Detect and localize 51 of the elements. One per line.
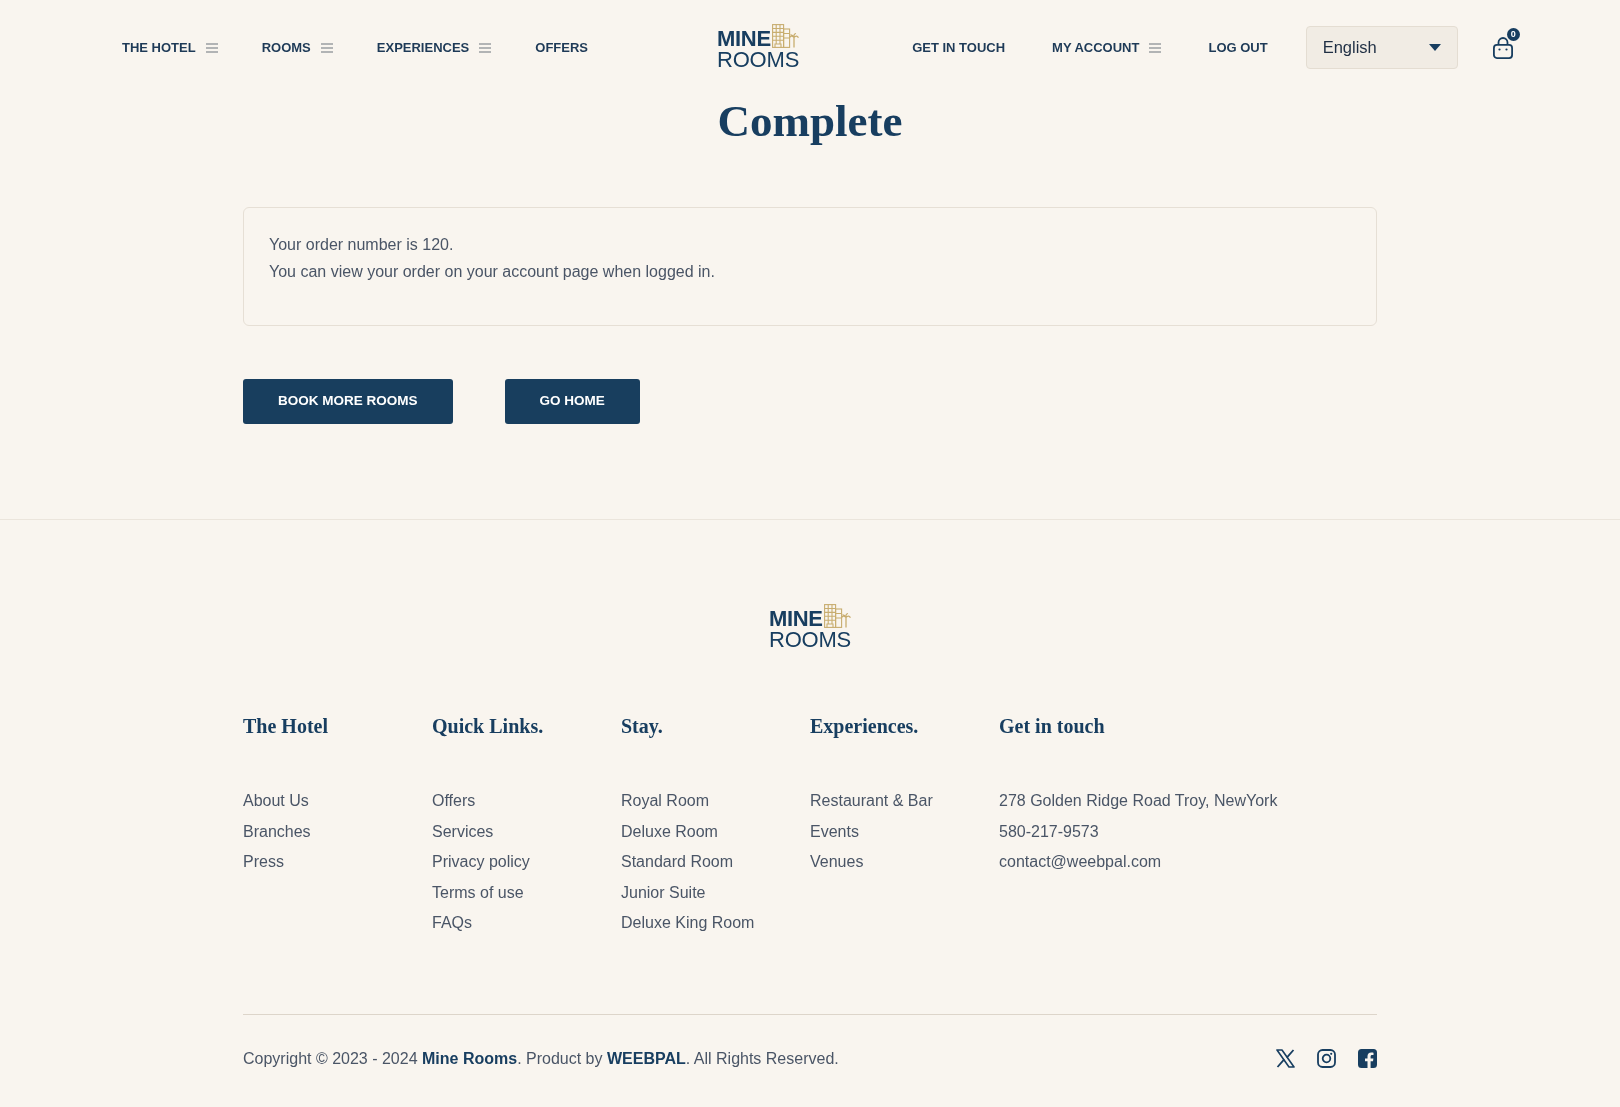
nav-link[interactable]: OFFERS [535, 37, 588, 58]
footer-link[interactable]: 278 Golden Ridge Road Troy, NewYork [999, 792, 1278, 809]
footer-link[interactable]: Terms of use [432, 883, 524, 901]
footer-link[interactable]: About Us [243, 792, 309, 809]
footer-link[interactable]: Standard Room [621, 853, 734, 870]
camera-icon[interactable] [1317, 1049, 1336, 1068]
footer-link[interactable]: Privacy policy [432, 853, 530, 870]
page-title: Complete [716, 95, 904, 148]
menu-icon [1149, 42, 1162, 53]
menu-icon [320, 42, 333, 53]
language-select[interactable]: English [1305, 26, 1458, 69]
nav-link[interactable]: MY ACCOUNT [1052, 37, 1162, 58]
footer-link[interactable]: 580-217-9573 [999, 822, 1099, 840]
message-text: Your order number is 120. [269, 235, 455, 255]
footer-link[interactable]: Restaurant & Bar [810, 792, 933, 809]
nav-link[interactable]: EXPERIENCES [376, 37, 492, 58]
cart-count: 0 [1506, 27, 1520, 41]
x-icon[interactable] [1276, 1049, 1295, 1068]
building-icon [771, 24, 799, 48]
footer-link[interactable]: Services [432, 822, 494, 840]
footer-link[interactable]: Press [243, 853, 284, 870]
footer-link[interactable]: Deluxe King Room [621, 914, 755, 931]
message-text: You can view your order on your account page when logged in. [269, 262, 716, 282]
footer-heading: The Hotel [243, 714, 329, 739]
footer-heading: Experiences. [810, 714, 920, 739]
menu-icon [205, 42, 218, 53]
brand-logo[interactable]: MINE ROOMS [717, 24, 800, 71]
footer-heading: Quick Links. [432, 714, 545, 739]
caret-down-icon [1428, 44, 1441, 51]
footer-logo[interactable]: MINE ROOMS [768, 604, 852, 651]
nav-link[interactable]: THE HOTEL [122, 37, 218, 58]
footer-link[interactable]: contact@weebpal.com [999, 853, 1162, 870]
footer-link[interactable]: Branches [243, 822, 311, 840]
menu-icon [479, 42, 492, 53]
footer-link[interactable]: Royal Room [621, 792, 710, 809]
nav-link[interactable]: ROOMS [261, 37, 333, 58]
footer-heading: Stay. [621, 714, 664, 739]
nav-link[interactable]: LOG OUT [1208, 37, 1268, 58]
footer-link[interactable]: Offers [432, 792, 476, 809]
footer-link[interactable]: FAQs [432, 914, 472, 931]
action-button[interactable]: BOOK MORE ROOMS [243, 379, 453, 424]
nav-link[interactable]: GET IN TOUCH [912, 37, 1006, 58]
footer-link[interactable]: Venues [810, 853, 864, 870]
footer-link[interactable]: Deluxe Room [621, 822, 718, 840]
action-button[interactable]: GO HOME [504, 379, 640, 424]
footer-link[interactable]: Events [810, 822, 859, 840]
bag-icon[interactable] [1491, 36, 1514, 59]
copyright-text: Copyright © 2023 - 2024 Mine Rooms. Product by WEEBPAL. All Rights Reserved. [243, 1048, 839, 1069]
footer-heading: Get in touch [999, 714, 1106, 739]
building-icon [823, 604, 851, 628]
footer-link[interactable]: Junior Suite [621, 883, 706, 901]
